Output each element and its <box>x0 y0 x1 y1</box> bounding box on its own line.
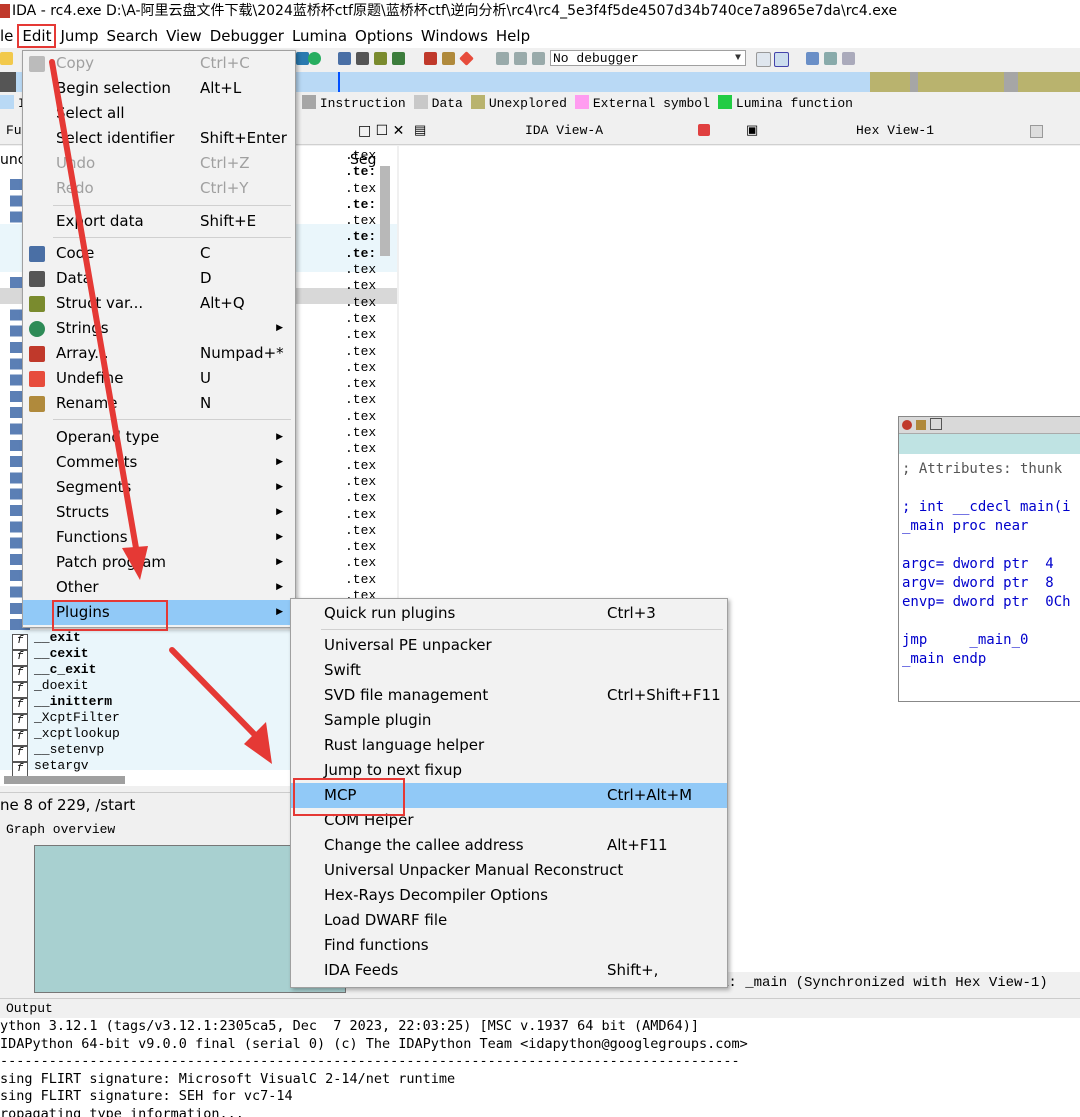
arrow-head <box>122 546 148 580</box>
arrow-to-plugins <box>49 59 139 551</box>
arrow-to-mcp <box>169 647 261 741</box>
annotation-arrows <box>49 59 272 764</box>
